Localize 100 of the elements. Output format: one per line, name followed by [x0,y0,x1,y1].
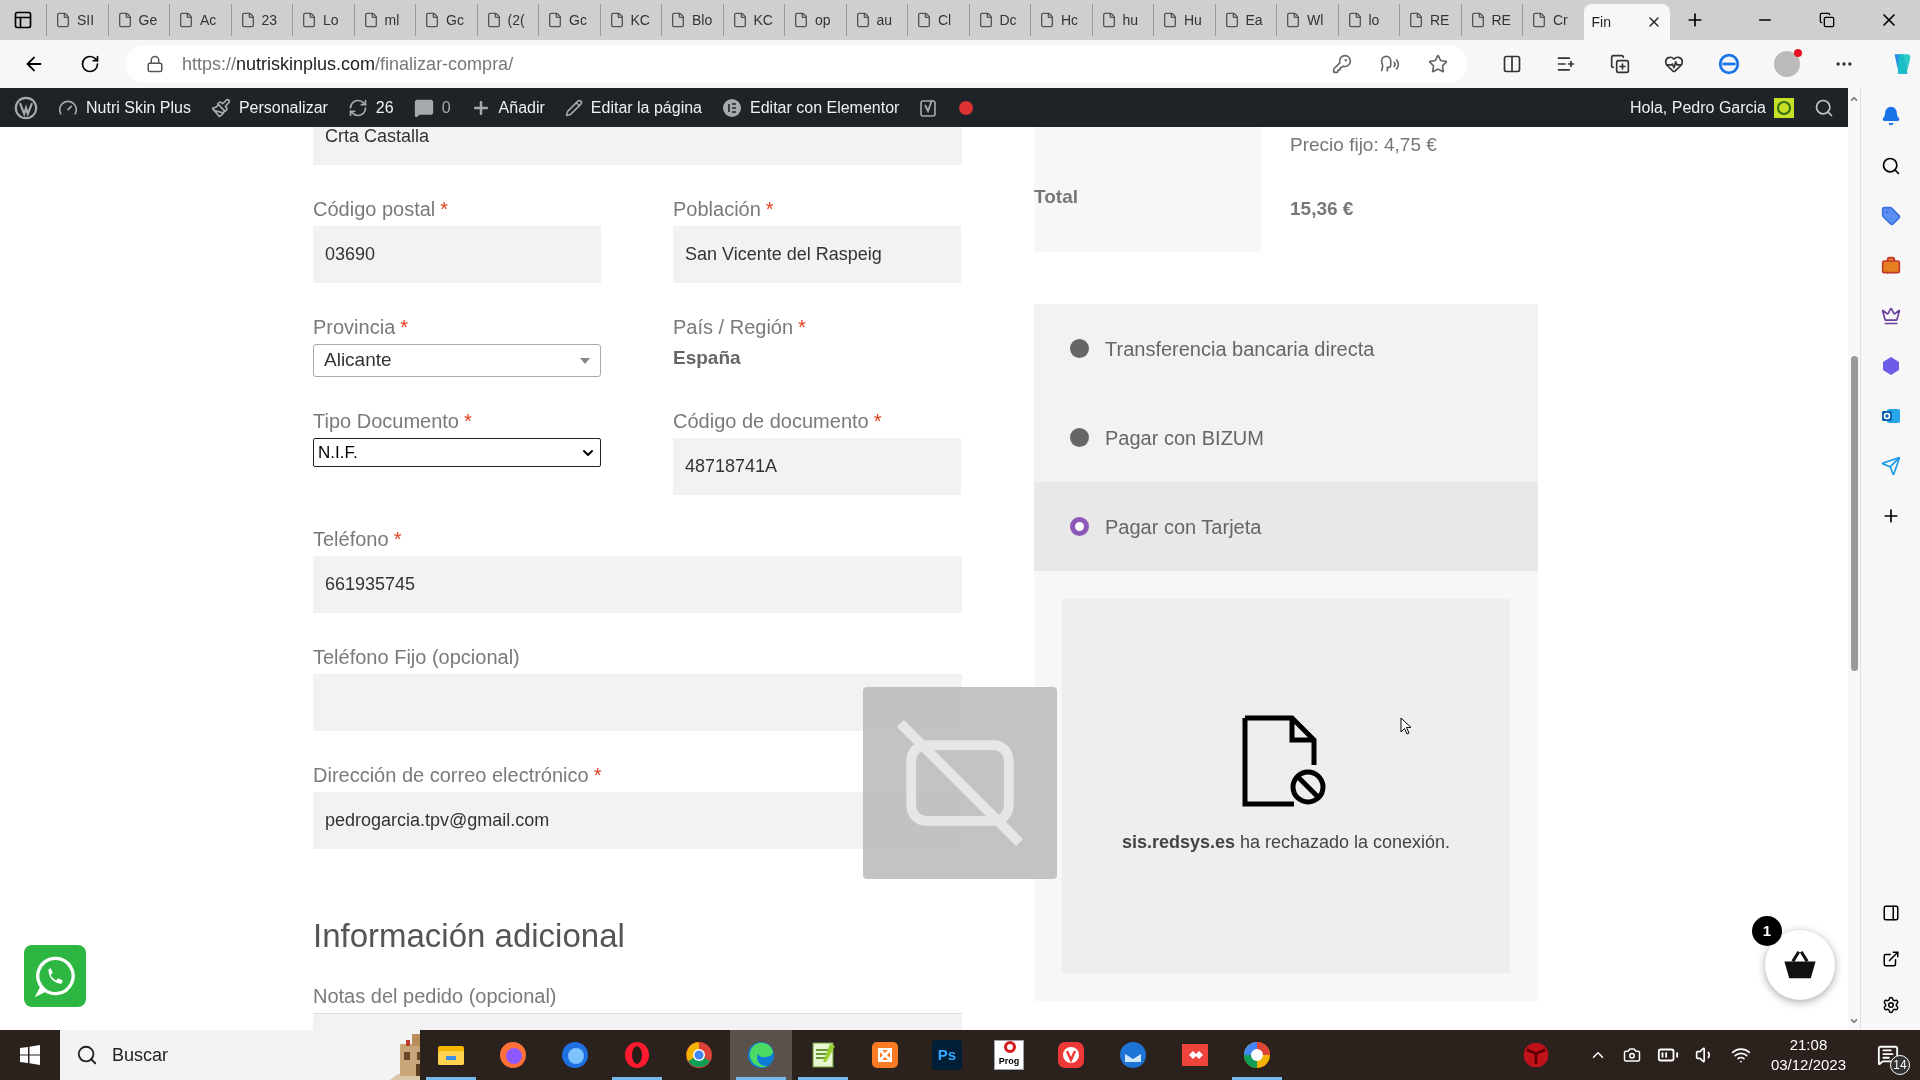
tag-icon[interactable] [1880,206,1901,226]
browser-tab[interactable]: Fin [1583,4,1670,40]
scrollbar-thumb[interactable] [1850,356,1858,671]
input-field[interactable]: 48718741A [673,438,961,495]
browser-tab[interactable]: Cr [1522,4,1584,36]
whatsapp-button[interactable] [24,945,86,1007]
wordpress-logo-icon[interactable] [14,95,38,120]
profile-avatar[interactable] [1774,51,1800,77]
search-icon[interactable] [1880,156,1901,176]
mail-app-icon[interactable] [1880,406,1901,426]
read-aloud-icon[interactable] [1380,54,1400,74]
scroll-up-icon[interactable] [1849,94,1859,104]
split-screen-icon[interactable] [1502,54,1522,74]
heart-pulse-icon[interactable] [1664,54,1684,74]
reload-icon[interactable] [80,54,100,74]
notifications-button[interactable]: 14 [1866,1035,1910,1075]
address-bar[interactable]: https://nutriskinplus.com/finalizar-compra/ [126,45,1468,83]
select-field[interactable]: Alicante [313,344,601,377]
search-icon[interactable] [1814,97,1834,118]
section-heading: Información adicional [313,917,626,955]
browser-tab[interactable]: hu [1091,4,1153,36]
account-link[interactable]: Hola, Pedro Garcia [1629,95,1794,120]
browser-tab[interactable]: Lo [292,4,354,36]
tab-actions-icon[interactable] [13,10,33,30]
browser-tab[interactable]: op [784,4,846,36]
key-icon[interactable] [1332,54,1352,74]
browser-tab[interactable]: (2( [476,4,538,36]
browser-tab[interactable]: Hc [1030,4,1092,36]
taskbar-app[interactable]: Ps [916,1030,978,1080]
fox-globe-icon[interactable] [498,1040,528,1070]
restore-icon[interactable] [1819,12,1835,28]
browser-tab[interactable]: SII [46,4,108,36]
radio-button[interactable] [1070,339,1089,358]
browser-tab[interactable]: lo [1337,4,1399,36]
browser-tab[interactable]: au [845,4,907,36]
pinwheel-icon[interactable] [1242,1040,1272,1070]
bell-icon[interactable] [1880,106,1901,126]
input-field[interactable]: San Vicente del Raspeig [673,226,961,283]
bird-globe-icon[interactable] [1118,1040,1148,1070]
browser-tab[interactable]: KC [599,4,661,36]
toolbox-icon[interactable] [1880,256,1901,276]
globe-icon[interactable] [560,1040,590,1070]
collections-icon[interactable] [1610,54,1630,74]
browser-tab[interactable]: Gc [415,4,477,36]
browser-tab[interactable]: Hu [1153,4,1215,36]
browser-tab[interactable]: Blo [661,4,723,36]
favorites-icon[interactable] [1556,54,1576,74]
scroll-down-icon[interactable] [1849,1016,1859,1026]
browser-tab[interactable]: Ea [1214,4,1276,36]
clock[interactable]: 21:08 03/12/2023 [1766,1035,1850,1075]
search-field[interactable]: Buscar [112,1041,272,1069]
input-field[interactable]: 661935745 [313,556,962,613]
tab-title: Wl [1307,10,1324,30]
wave-circle-icon[interactable] [746,1040,776,1070]
browser-tab[interactable]: Cl [907,4,969,36]
send-icon[interactable] [1880,456,1901,476]
site-name-link[interactable]: Nutri Skin Plus [58,95,191,120]
select-field[interactable]: N.I.F. [313,438,601,467]
chess-piece-icon[interactable] [1880,306,1901,326]
radio-button[interactable] [1070,428,1089,447]
camera-icon[interactable] [1622,1046,1641,1064]
knot-icon[interactable] [870,1040,900,1070]
settings-icon[interactable] [1881,996,1900,1014]
sidebar-toggle-icon[interactable] [1881,904,1900,922]
external-link-icon[interactable] [1881,950,1900,968]
v-badge-icon[interactable] [1056,1040,1086,1070]
browser-tab[interactable]: ml [353,4,415,36]
ring-icon[interactable] [622,1040,652,1070]
tab-title: RE [1491,10,1511,30]
browser-tab[interactable]: Ac [169,4,231,36]
start-icon[interactable] [20,1045,40,1065]
add-new-link[interactable]: Añadir [470,95,545,120]
prog-app-icon[interactable]: Prog [994,1040,1024,1070]
browser-tab[interactable]: Ge [107,4,169,36]
browser-tab[interactable]: KC [722,4,784,36]
colored-circle-icon[interactable] [684,1040,714,1070]
browser-tab[interactable]: Gc [538,4,600,36]
input-field[interactable]: Crta Castalla [313,127,962,165]
browser-logo-icon[interactable] [1718,53,1740,75]
radio-button[interactable] [1070,517,1089,536]
photoshop-app-icon[interactable]: Ps [932,1040,962,1070]
avatar-icon [1774,97,1794,118]
browser-tab[interactable]: RE [1460,4,1522,36]
star-icon[interactable] [1428,54,1448,74]
tab-title: lo [1368,10,1380,30]
hexagon-icon[interactable] [1880,356,1901,376]
cube-icon[interactable] [1522,1042,1549,1068]
edit-page-link[interactable]: Editar la página [564,95,702,120]
input-field[interactable]: 03690 [313,226,601,283]
taskbar-app[interactable]: Prog [978,1030,1040,1080]
comments-link[interactable]: 0 [413,95,451,120]
customize-link[interactable]: Personalizar [210,95,328,120]
payment-option[interactable]: Pagar con Tarjeta [1034,482,1538,571]
browser-tab[interactable]: 23 [230,4,292,36]
browser-tab[interactable]: Wl [1276,4,1338,36]
wifi-icon[interactable] [1730,1045,1751,1065]
updates-link[interactable]: 26 [347,95,394,120]
elementor-link[interactable]: Editar con Elementor [722,95,900,120]
browser-tab[interactable]: RE [1399,4,1461,36]
browser-tab[interactable]: Dc [968,4,1030,36]
